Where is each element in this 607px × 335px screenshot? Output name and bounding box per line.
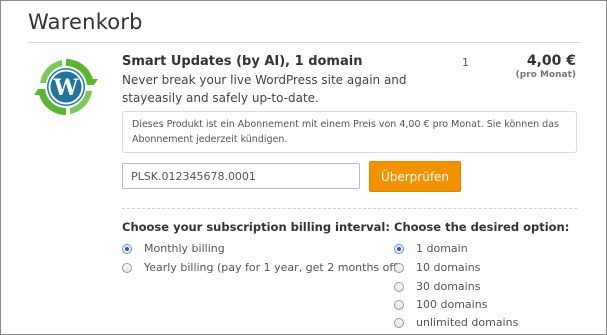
product-price: 4,00 € bbox=[526, 53, 576, 69]
page-title: Warenkorb bbox=[28, 10, 143, 34]
radio-button[interactable] bbox=[122, 243, 132, 254]
cart-panel: Warenkorb W Smart Updates (by AI), 1 dom… bbox=[0, 0, 607, 335]
subscription-info-box: Dieses Produkt ist ein Abonnement mit ei… bbox=[122, 111, 577, 153]
domain-option-label: 10 domains bbox=[416, 261, 481, 274]
domain-option-label: 30 domains bbox=[416, 280, 481, 293]
check-license-button[interactable]: Überprüfen bbox=[369, 161, 461, 192]
domain-option-30[interactable]: 30 domains bbox=[394, 280, 480, 293]
domain-option-unlimited[interactable]: unlimited domains bbox=[394, 316, 518, 329]
billing-option-label: Yearly billing (pay for 1 year, get 2 mo… bbox=[144, 261, 402, 274]
domain-option-heading: Choose the desired option: bbox=[394, 220, 570, 234]
product-quantity: 1 bbox=[462, 56, 469, 69]
radio-button[interactable] bbox=[394, 299, 404, 310]
wordpress-update-icon: W bbox=[34, 55, 98, 119]
product-name: Smart Updates (by AI), 1 domain bbox=[122, 54, 363, 69]
radio-button[interactable] bbox=[394, 281, 404, 292]
domain-option-1[interactable]: 1 domain bbox=[394, 242, 468, 255]
billing-option-label: Monthly billing bbox=[144, 242, 225, 255]
section-divider bbox=[122, 208, 577, 209]
license-key-input[interactable] bbox=[122, 163, 360, 189]
radio-button[interactable] bbox=[394, 262, 404, 273]
radio-button[interactable] bbox=[394, 317, 404, 328]
title-divider bbox=[28, 42, 581, 43]
domain-option-label: 100 domains bbox=[416, 298, 488, 311]
domain-option-100[interactable]: 100 domains bbox=[394, 298, 487, 311]
domain-option-label: 1 domain bbox=[416, 242, 468, 255]
domain-option-label: unlimited domains bbox=[416, 316, 519, 329]
price-period: (pro Monat) bbox=[515, 70, 576, 80]
billing-option-yearly[interactable]: Yearly billing (pay for 1 year, get 2 mo… bbox=[122, 261, 401, 274]
product-description: Never break your live WordPress site aga… bbox=[122, 73, 407, 105]
svg-text:W: W bbox=[53, 75, 79, 101]
radio-button[interactable] bbox=[394, 243, 404, 254]
billing-option-monthly[interactable]: Monthly billing bbox=[122, 242, 225, 255]
domain-option-10[interactable]: 10 domains bbox=[394, 261, 480, 274]
billing-interval-heading: Choose your subscription billing interva… bbox=[122, 220, 390, 234]
radio-button[interactable] bbox=[122, 262, 132, 273]
